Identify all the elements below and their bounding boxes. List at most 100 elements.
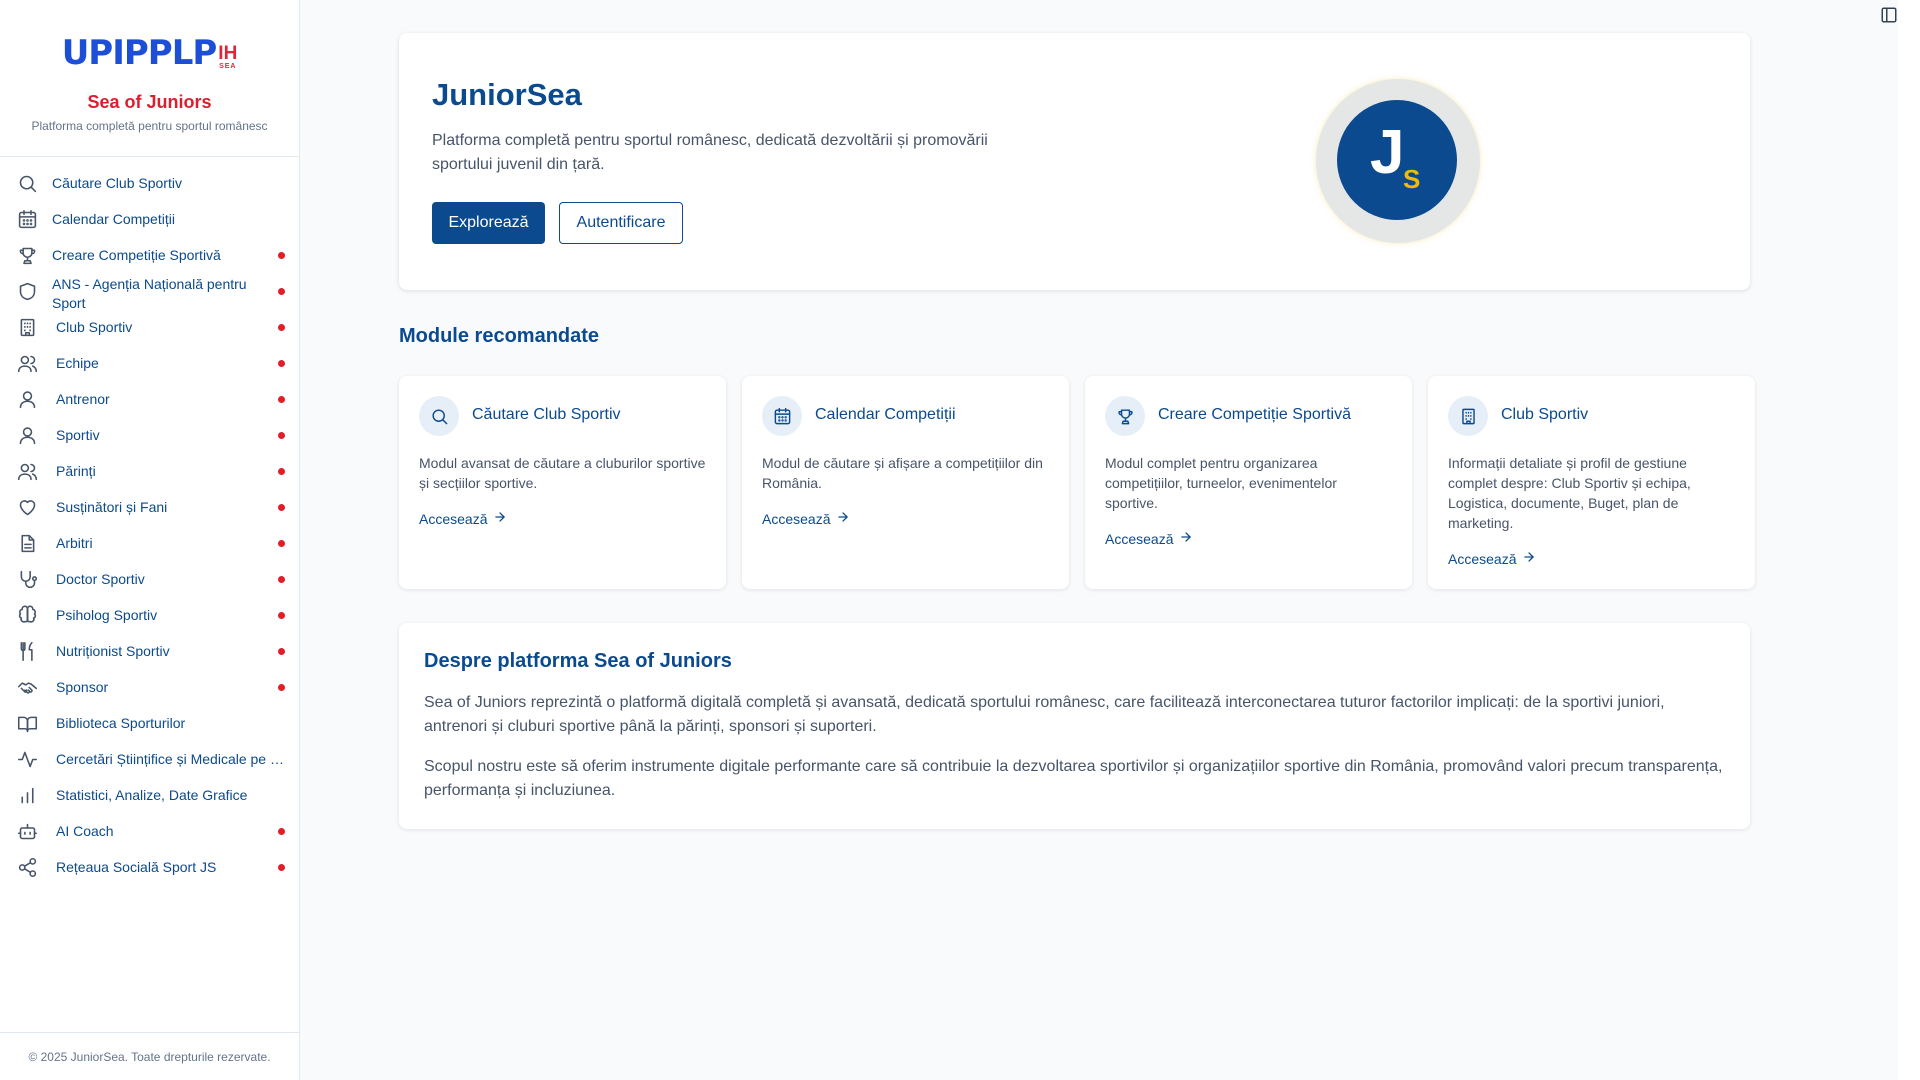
sidebar-item-7[interactable]: Sportiv [0, 417, 299, 453]
sidebar-item-8[interactable]: Părinți [0, 453, 299, 489]
share-icon [16, 856, 38, 878]
module-card-link[interactable]: Accesează [1448, 549, 1536, 569]
brand-subtitle: Platforma completă pentru sportul române… [31, 119, 268, 133]
user-icon [16, 424, 38, 446]
module-card[interactable]: Creare Competiție Sportivă Modul complet … [1085, 376, 1412, 589]
module-card-description: Informații detaliate și profil de gestiu… [1448, 455, 1691, 531]
notification-dot [278, 539, 285, 547]
sidebar-item-label: Sponsor [56, 679, 109, 695]
sidebar-item-14[interactable]: Sponsor [0, 669, 299, 705]
sidebar-item-3[interactable]: ANS - Agenția Națională pentru Sport [0, 273, 299, 311]
sidebar-item-label: ANS - Agenția Națională pentru Sport [52, 276, 247, 311]
arrow-right-icon [487, 509, 507, 529]
sidebar-item-label: Statistici, Analize, Date Grafice [56, 787, 248, 803]
panel-toggle-icon[interactable] [1880, 6, 1898, 24]
about-card: Despre platforma Sea of Juniors Sea of J… [399, 623, 1750, 829]
module-card[interactable]: Căutare Club Sportiv Modul avansat de cău… [399, 376, 726, 589]
module-card-title: Căutare Club Sportiv [472, 406, 621, 423]
sidebar-item-1[interactable]: Calendar Competiții [0, 201, 299, 237]
sidebar-item-label: Părinți [56, 463, 96, 479]
calendar-icon [16, 208, 38, 230]
about-paragraph-1: Sea of Juniors reprezintă o platformă di… [424, 694, 1665, 735]
search-icon [419, 396, 459, 436]
about-title: Despre platforma Sea of Juniors [424, 650, 732, 672]
sidebar-item-13[interactable]: Nutriționist Sportiv [0, 633, 299, 669]
sidebar-item-label: AI Coach [56, 823, 114, 839]
arrow-right-icon [830, 509, 850, 529]
module-card-description: Modul avansat de căutare a cluburilor sp… [419, 455, 706, 491]
notification-dot [278, 575, 285, 583]
module-card-body: Informații detaliate și profil de gestiu… [1448, 453, 1735, 569]
sidebar-item-18[interactable]: AI Coach [0, 813, 299, 849]
hero-card: JuniorSea Platforma completă pentru spor… [399, 33, 1750, 290]
notification-dot [278, 251, 285, 259]
sidebar-item-4[interactable]: Club Sportiv [0, 309, 299, 345]
sidebar-item-17[interactable]: Statistici, Analize, Date Grafice [0, 777, 299, 813]
notification-dot [278, 323, 285, 331]
sidebar-item-2[interactable]: Creare Competiție Sportivă [0, 237, 299, 273]
logo-sea-text: SEA [219, 63, 237, 70]
book-icon [16, 712, 38, 734]
module-card-link[interactable]: Accesează [762, 509, 850, 529]
module-card[interactable]: Calendar Competiții Modul de căutare și a… [742, 376, 1069, 589]
notification-dot [278, 287, 285, 295]
trophy-icon [16, 244, 38, 266]
sidebar-item-6[interactable]: Antrenor [0, 381, 299, 417]
notification-dot [278, 827, 285, 835]
building-icon [1448, 396, 1488, 436]
sidebar-item-label: Sportiv [56, 427, 100, 443]
main-content: JuniorSea Platforma completă pentru spor… [300, 0, 1898, 1080]
sidebar-item-label: Biblioteca Sporturilor [56, 715, 186, 731]
logo-ih-text: IH [218, 43, 238, 64]
module-card-link[interactable]: Accesează [419, 509, 507, 529]
sidebar-item-label: Rețeaua Socială Sport JS [56, 859, 217, 875]
module-card-description: Modul complet pentru organizarea competi… [1105, 455, 1337, 511]
module-card-body: Modul complet pentru organizarea competi… [1105, 453, 1392, 549]
sidebar-item-15[interactable]: Biblioteca Sporturilor [0, 705, 299, 741]
building-icon [16, 316, 38, 338]
stethoscope-icon [16, 568, 38, 590]
module-card-link[interactable]: Accesează [1105, 529, 1193, 549]
brand-header: UPIPPLP IH SEA Sea of Juniors Platforma … [0, 0, 299, 157]
module-card-title: Club Sportiv [1501, 406, 1589, 423]
logo[interactable]: UPIPPLP IH SEA [62, 28, 238, 70]
sidebar-item-5[interactable]: Echipe [0, 345, 299, 381]
sidebar-item-11[interactable]: Doctor Sportiv [0, 561, 299, 597]
utensils-icon [16, 640, 38, 662]
sidebar-nav: Căutare Club Sportiv Calendar Competiții C… [0, 157, 299, 1032]
sidebar-item-9[interactable]: Susținători și Fani [0, 489, 299, 525]
notification-dot [278, 683, 285, 691]
calendar-icon [762, 396, 802, 436]
sidebar-item-label: Club Sportiv [56, 319, 133, 335]
module-card-description: Modul de căutare și afișare a competiții… [762, 455, 1043, 491]
sidebar-item-label: Psiholog Sportiv [56, 607, 158, 623]
explore-button[interactable]: Explorează [432, 202, 545, 244]
login-button[interactable]: Autentificare [559, 202, 683, 244]
user-icon [16, 388, 38, 410]
sidebar-item-label: Nutriționist Sportiv [56, 643, 170, 659]
module-card-title: Creare Competiție Sportivă [1158, 406, 1351, 423]
sidebar-item-10[interactable]: Arbitri [0, 525, 299, 561]
module-card-link-label: Accesează [419, 511, 488, 527]
hero-title: JuniorSea [432, 77, 582, 112]
module-card[interactable]: Club Sportiv Informații detaliate și prof… [1428, 376, 1755, 589]
sidebar-item-0[interactable]: Căutare Club Sportiv [0, 165, 299, 201]
hero-description: Platforma completă pentru sportul române… [432, 132, 988, 173]
avatar-sub-letter: S [1403, 164, 1421, 194]
about-paragraph-2: Scopul nostru este să oferim instrumente… [424, 758, 1723, 799]
sidebar-item-12[interactable]: Psiholog Sportiv [0, 597, 299, 633]
notification-dot [278, 503, 285, 511]
notification-dot [278, 611, 285, 619]
search-icon [16, 172, 38, 194]
notification-dot [278, 467, 285, 475]
sidebar-item-16[interactable]: Cercetări Științifice și Medicale pe … [0, 741, 299, 777]
notification-dot [278, 863, 285, 871]
sidebar-item-label: Antrenor [56, 391, 110, 407]
sidebar: UPIPPLP IH SEA Sea of Juniors Platforma … [0, 0, 300, 1080]
heart-icon [16, 496, 38, 518]
brand-title: Sea of Juniors [87, 92, 212, 112]
users-icon [16, 460, 38, 482]
notification-dot [278, 395, 285, 403]
logo-main-text: UPIPPLP [61, 33, 218, 73]
sidebar-item-19[interactable]: Rețeaua Socială Sport JS [0, 849, 299, 885]
